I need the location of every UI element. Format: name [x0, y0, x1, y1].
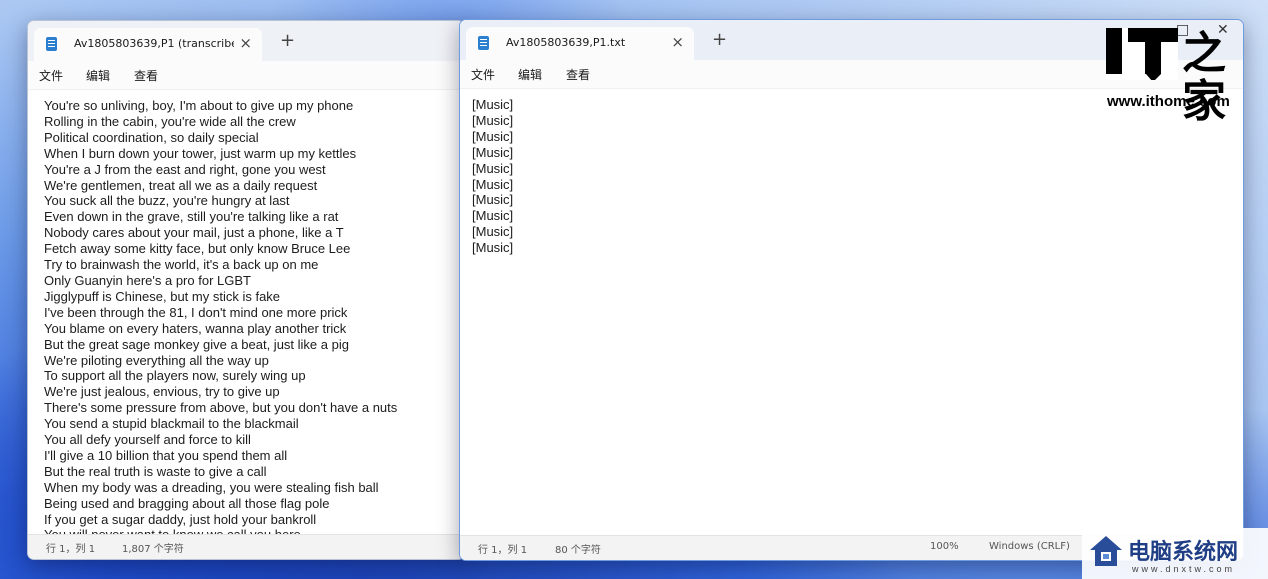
text-line: You blame on every haters, wanna play an… — [44, 320, 347, 336]
close-tab-icon[interactable]: × — [239, 34, 252, 52]
tab-bar: Av1805803639,P1 (transcribed on 1 × + — [28, 21, 464, 61]
text-line: When my body was a dreading, you were st… — [44, 479, 379, 495]
text-line: Try to brainwash the world, it's a back … — [44, 257, 319, 273]
tab-title: Av1805803639,P1.txt — [506, 36, 626, 49]
text-line: But the great sage monkey give a beat, j… — [44, 336, 349, 352]
editor-content: [Music] [Music] [Music] [Music] [Music] [Musi… — [472, 97, 513, 256]
text-line: We're piloting everything all the way up — [44, 352, 269, 368]
text-line: We're just jealous, envious, try to give… — [44, 384, 280, 400]
menu-file[interactable]: 文件 — [471, 66, 495, 83]
menu-view[interactable]: 查看 — [134, 67, 158, 84]
text-line: You're a J from the east and right, gone… — [44, 161, 326, 177]
text-line: [Music] — [472, 128, 514, 144]
new-tab-button[interactable]: + — [280, 31, 295, 51]
notepad-window-transcript[interactable]: Av1805803639,P1 (transcribed on 1 × + 文件… — [27, 20, 465, 560]
text-editor[interactable]: [Music] [Music] [Music] [Music] [Music] [Musi… — [460, 88, 1243, 536]
tab-txt[interactable]: Av1805803639,P1.txt × — [466, 27, 694, 60]
menu-view[interactable]: 查看 — [566, 66, 590, 83]
text-line: To support all the players now, surely w… — [44, 368, 306, 384]
char-count: 1,807 个字符 — [122, 544, 184, 555]
text-line: Fetch away some kitty face, but only kno… — [44, 241, 351, 257]
text-line: You're so unliving, boy, I'm about to gi… — [44, 98, 354, 113]
text-line: [Music] — [472, 224, 514, 240]
menu-file[interactable]: 文件 — [39, 67, 63, 84]
editor-content: You're so unliving, boy, I'm about to gi… — [44, 98, 397, 535]
text-line: Jigglypuff is Chinese, but my stick is f… — [44, 288, 281, 304]
notepad-icon — [478, 36, 489, 50]
text-line: [Music] — [472, 160, 514, 176]
house-icon — [1090, 536, 1122, 566]
notepad-icon — [46, 37, 57, 51]
status-bar: 行 1，列 1 1,807 个字符 — [28, 534, 464, 559]
tab-title: Av1805803639,P1 (transcribed on 1 — [74, 37, 234, 50]
text-line: [Music] — [472, 192, 514, 208]
text-line: You suck all the buzz, you're hungry at … — [44, 193, 290, 209]
text-line: If you get a sugar daddy, just hold your… — [44, 511, 317, 527]
text-editor[interactable]: You're so unliving, boy, I'm about to gi… — [28, 89, 464, 535]
text-line: Even down in the grave, still you're tal… — [44, 209, 339, 225]
text-line: Only Guanyin here's a pro for LGBT — [44, 272, 251, 288]
it-logo-icon — [1106, 28, 1178, 82]
text-line: But the real truth is waste to give a ca… — [44, 463, 267, 479]
ithome-logo: 之家 www.ithome.com — [1100, 20, 1250, 126]
text-line: [Music] — [472, 112, 514, 128]
text-line: Political coordination, so daily special — [44, 129, 259, 145]
text-line: I'll give a 10 billion that you spend th… — [44, 447, 288, 463]
cursor-position: 行 1，列 1 — [478, 545, 528, 556]
watermark-url: www.dnxtw.com — [1132, 564, 1236, 574]
menu-bar: 文件 编辑 查看 — [28, 61, 464, 89]
zoom-level[interactable]: 100% — [930, 541, 959, 552]
text-line: Being used and bragging about all those … — [44, 495, 330, 511]
text-line: You all defy yourself and force to kill — [44, 432, 251, 448]
logo-url: www.ithome.com — [1107, 93, 1230, 110]
text-line: You send a stupid blackmail to the black… — [44, 416, 299, 432]
text-line: [Music] — [472, 144, 514, 160]
text-line: When I burn down your tower, just warm u… — [44, 145, 357, 161]
menu-edit[interactable]: 编辑 — [518, 66, 542, 83]
logo-chinese-text: 之家 — [1182, 28, 1226, 127]
new-tab-button[interactable]: + — [712, 30, 727, 50]
line-ending[interactable]: Windows (CRLF) — [989, 541, 1070, 552]
close-tab-icon[interactable]: × — [671, 33, 684, 51]
char-count: 80 个字符 — [555, 545, 601, 556]
text-line: Nobody cares about your mail, just a pho… — [44, 225, 344, 241]
text-line: There's some pressure from above, but yo… — [44, 400, 398, 416]
menu-edit[interactable]: 编辑 — [86, 67, 110, 84]
text-line: [Music] — [472, 240, 514, 256]
tab-transcript[interactable]: Av1805803639,P1 (transcribed on 1 × — [34, 28, 262, 61]
text-line: We're gentlemen, treat all we as a daily… — [44, 177, 318, 193]
cursor-position: 行 1，列 1 — [46, 544, 96, 555]
text-line: [Music] — [472, 97, 514, 112]
text-line: [Music] — [472, 208, 514, 224]
watermark: 电脑系统网 www.dnxtw.com — [1082, 528, 1268, 579]
text-line: Rolling in the cabin, you're wide all th… — [44, 113, 296, 129]
text-line: I've been through the 81, I don't mind o… — [44, 304, 348, 320]
text-line: [Music] — [472, 176, 514, 192]
logo-it-box — [1106, 28, 1178, 82]
watermark-name: 电脑系统网 — [1128, 539, 1239, 565]
